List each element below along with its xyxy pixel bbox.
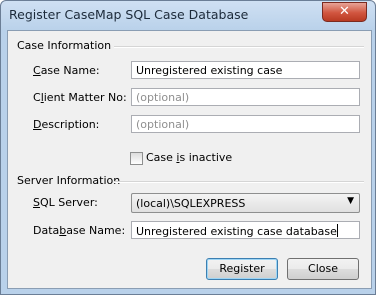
client-matter-input[interactable]: (optional) bbox=[131, 88, 360, 106]
description-input[interactable]: (optional) bbox=[131, 115, 360, 133]
description-label: Description: bbox=[33, 118, 100, 131]
dialog-window: Register CaseMap SQL Case Database ✕ Cas… bbox=[0, 0, 376, 295]
dialog-body: Case Information Case Name: Unregistered… bbox=[7, 30, 372, 289]
case-inactive-checkbox[interactable] bbox=[130, 152, 143, 165]
case-name-label: Case Name: bbox=[33, 64, 100, 77]
window-title: Register CaseMap SQL Case Database bbox=[9, 7, 249, 22]
case-name-input[interactable]: Unregistered existing case bbox=[131, 61, 360, 79]
close-window-button[interactable]: ✕ bbox=[322, 2, 367, 22]
sql-server-dropdown[interactable]: (local)\SQLEXPRESS ▼ bbox=[131, 193, 360, 213]
case-inactive-label[interactable]: Case is inactive bbox=[146, 151, 232, 164]
case-information-divider bbox=[114, 46, 364, 48]
server-information-heading: Server Information bbox=[17, 174, 121, 187]
case-information-heading: Case Information bbox=[17, 39, 112, 52]
sql-server-value: (local)\SQLEXPRESS bbox=[136, 197, 246, 210]
register-button[interactable]: Register bbox=[206, 258, 278, 280]
text-caret bbox=[336, 224, 338, 237]
close-button[interactable]: Close bbox=[287, 258, 359, 280]
database-name-input[interactable]: Unregistered existing case database bbox=[131, 221, 360, 239]
title-bar[interactable]: Register CaseMap SQL Case Database ✕ bbox=[1, 1, 375, 29]
client-matter-label: Client Matter No: bbox=[33, 91, 127, 104]
chevron-down-icon[interactable]: ▼ bbox=[347, 196, 354, 206]
database-name-label: Database Name: bbox=[33, 224, 126, 237]
close-icon: ✕ bbox=[339, 4, 350, 19]
server-information-divider bbox=[114, 181, 364, 183]
sql-server-label: SQL Server: bbox=[33, 196, 98, 209]
